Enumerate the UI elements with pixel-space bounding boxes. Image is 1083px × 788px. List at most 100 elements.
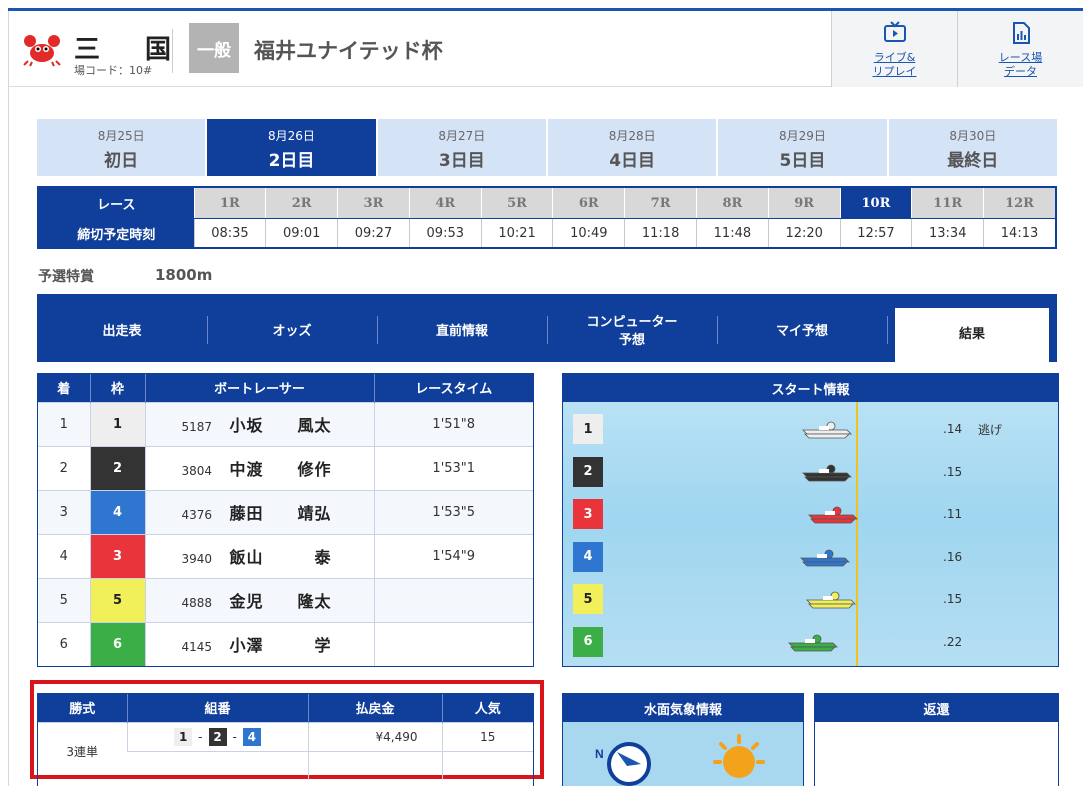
live-replay-button[interactable]: ライブ& リプレイ [831, 11, 957, 87]
boat-icon [788, 634, 838, 651]
race-link[interactable]: 12R [983, 188, 1055, 218]
tab-odds[interactable]: オッズ [207, 308, 377, 356]
day-date: 8月25日 [97, 129, 145, 143]
tab-results[interactable]: 結果 [895, 308, 1049, 362]
header-race-time: レースタイム [373, 374, 533, 402]
day-tab-active[interactable]: 8月26日 2日目 [207, 119, 376, 176]
nav-divider [887, 316, 888, 344]
race-link[interactable]: 6R [552, 188, 625, 218]
start-boat-number: 3 [573, 499, 603, 529]
race-row-header: レース [39, 188, 194, 218]
start-boat-number: 6 [573, 626, 603, 657]
race-link[interactable]: 2R [265, 188, 338, 218]
boat-icon [806, 591, 856, 609]
day-tab[interactable]: 8月27日 3日目 [377, 119, 546, 176]
race-link[interactable]: 9R [767, 188, 840, 218]
start-info-title: スタート情報 [563, 374, 1058, 402]
day-date: 8月27日 [438, 129, 486, 143]
racer-name[interactable]: 小坂 風太 [230, 416, 332, 435]
live-replay-label-2: リプレイ [872, 65, 917, 78]
header-payout: 払戻金 [307, 694, 442, 722]
race-link[interactable]: 7R [624, 188, 696, 218]
race-name: 予選特賞 [38, 269, 94, 285]
place: 1 [38, 401, 90, 446]
race-link-current[interactable]: 10R [839, 188, 912, 218]
day-label: 5日目 [779, 151, 826, 171]
deadline-time: 09:53 [408, 219, 481, 247]
deadline-time: 12:20 [767, 219, 840, 247]
header-divider [172, 29, 173, 73]
combination-cell: 1 - 2 - 4 [126, 721, 308, 751]
tab-computer-prediction[interactable]: コンピューター 予想 [547, 308, 717, 356]
table-row: 4 3 3940 飯山 泰 1'54"9 [38, 533, 533, 578]
racer-name[interactable]: 藤田 靖弘 [230, 504, 332, 523]
day-date: 8月26日 [268, 129, 315, 143]
racer-reg-no: 4376 [181, 508, 213, 522]
start-timing: .15 [943, 464, 963, 479]
payout-header-row: 勝式 組番 払戻金 人気 [38, 694, 533, 722]
empty-cell [307, 750, 442, 780]
race-link[interactable]: 8R [696, 188, 768, 218]
race-time: 1'53"1 [373, 445, 533, 490]
day-tab[interactable]: 8月29日 5日目 [718, 119, 887, 176]
start-timing: .14 [943, 422, 963, 436]
tab-pre-race-info[interactable]: 直前情報 [377, 308, 547, 356]
table-row: 6 6 4145 小澤 学 [38, 621, 533, 666]
start-row: 4.16 [573, 541, 1053, 572]
weather-panel: 水面気象情報 N [562, 693, 804, 786]
start-timing: .15 [943, 592, 963, 606]
day-date: 8月30日 [949, 129, 997, 143]
venue-data-label-2: データ [1004, 65, 1037, 78]
race-link[interactable]: 3R [337, 188, 409, 218]
results-header-row: 着 枠 ボートレーサー レースタイム [38, 374, 533, 402]
header-frame: 枠 [89, 374, 145, 402]
race-time [373, 577, 533, 622]
racer-reg-no: 5187 [181, 420, 213, 434]
deadline-row: 締切予定時刻 08:35 09:01 09:27 09:53 10:21 10:… [39, 218, 1055, 247]
race-link[interactable]: 1R [193, 188, 266, 218]
racer-name[interactable]: 金児 隆太 [230, 592, 332, 611]
header-popularity: 人気 [441, 694, 533, 722]
start-boat-number: 4 [573, 541, 603, 572]
racer-name[interactable]: 小澤 学 [230, 636, 332, 655]
start-timing: .22 [943, 634, 963, 649]
bet-type: 3連単 [38, 721, 127, 780]
race-link[interactable]: 4R [408, 188, 481, 218]
day-label: 2日目 [268, 151, 315, 171]
live-replay-label-1: ライブ& [873, 51, 916, 64]
day-label: 4日目 [609, 151, 656, 171]
racer-reg-no: 3804 [181, 464, 213, 478]
deadline-time: 09:01 [265, 219, 337, 247]
venue-data-label-1: レース場 [998, 51, 1043, 64]
deadline-time: 14:13 [983, 219, 1055, 247]
place: 3 [38, 489, 90, 534]
header-combination: 組番 [126, 694, 308, 722]
combo-boat-1: 1 [174, 727, 193, 746]
day-tab[interactable]: 8月25日 初日 [37, 119, 206, 176]
racer-cell: 4376 藤田 靖弘 [144, 489, 374, 534]
race-time: 1'54"9 [373, 533, 533, 578]
day-tab[interactable]: 8月28日 4日目 [547, 119, 717, 176]
tab-entry-list[interactable]: 出走表 [37, 308, 207, 356]
day-tab[interactable]: 8月30日 最終日 [888, 119, 1057, 176]
race-number-row: レース 1R 2R 3R 4R 5R 6R 7R 8R 9R 10R 11R 1… [39, 188, 1055, 218]
table-row: 3 4 4376 藤田 靖弘 1'53"5 [38, 489, 533, 534]
day-tabs: 8月25日 初日 8月26日 2日目 8月27日 3日目 8月28日 4日目 8月29日… [37, 119, 1057, 176]
deadline-time: 08:35 [193, 219, 266, 247]
venue-data-button[interactable]: レース場 データ [957, 11, 1083, 87]
tab-my-prediction[interactable]: マイ予想 [717, 308, 887, 356]
start-row: 3.11 [573, 499, 1053, 529]
payout-row: 3連単 1 - 2 - 4 ¥4,490 15 [38, 721, 533, 780]
deadline-time: 10:49 [552, 219, 624, 247]
racer-cell: 4888 金児 隆太 [144, 577, 374, 622]
table-row: 5 5 4888 金児 隆太 [38, 577, 533, 622]
racer-name[interactable]: 飯山 泰 [230, 548, 332, 567]
racer-name[interactable]: 中渡 修作 [230, 460, 332, 479]
crab-logo-icon [23, 35, 61, 67]
race-link[interactable]: 5R [480, 188, 553, 218]
race-link[interactable]: 11R [911, 188, 984, 218]
racer-reg-no: 4888 [181, 596, 213, 610]
start-row: 1 .14 逃げ [573, 414, 1053, 444]
winning-technique: 逃げ [978, 423, 1003, 437]
combo-sep: - [198, 729, 203, 744]
